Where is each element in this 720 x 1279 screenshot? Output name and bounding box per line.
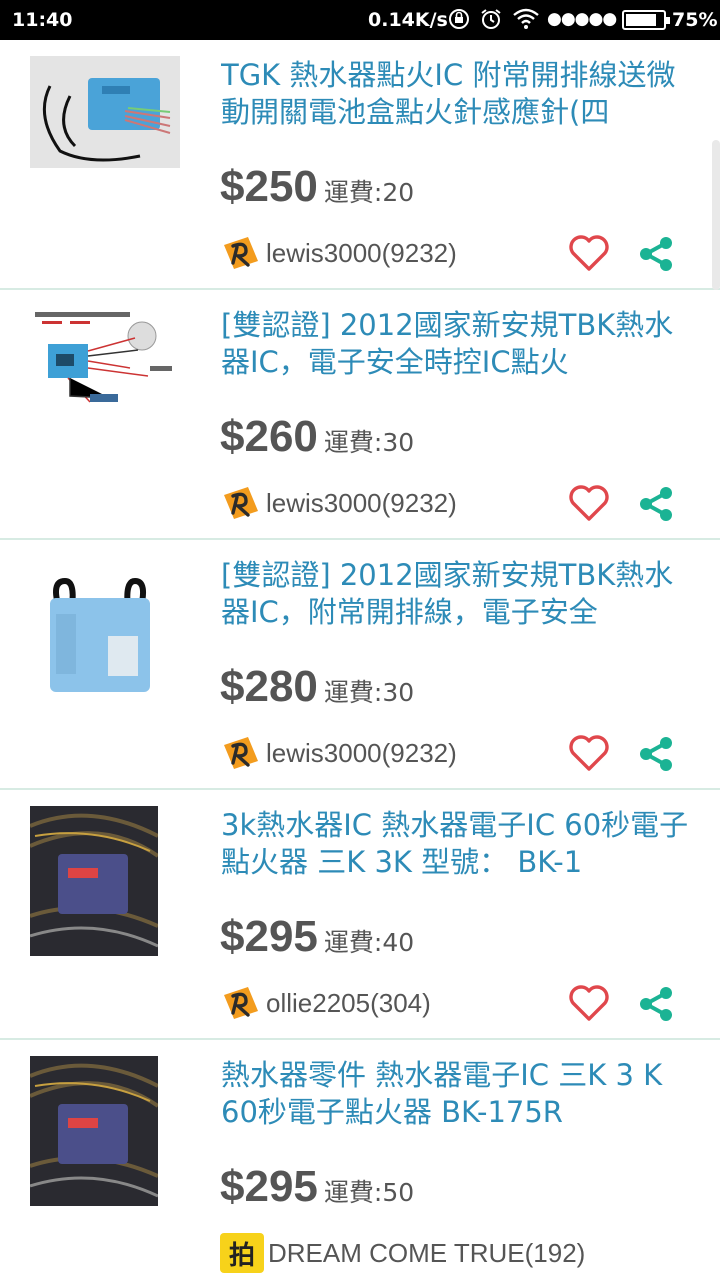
- product-thumbnail[interactable]: [30, 306, 180, 418]
- shipping-fee: 運費:50: [323, 1178, 415, 1207]
- favorite-heart-icon[interactable]: [567, 483, 611, 523]
- list-item[interactable]: 3k熱水器IC 熱水器電子IC 60秒電子點火器 三K 3K 型號： BK-1 …: [0, 790, 720, 1040]
- orange-seller-badge-icon: [224, 487, 258, 519]
- list-item[interactable]: TGK 熱水器點火IC 附常開排線送微動開關電池盒點火針感應針(四 $250 運費…: [0, 40, 720, 290]
- share-icon[interactable]: [636, 985, 676, 1023]
- seller-info[interactable]: lewis3000(9232): [220, 233, 457, 273]
- product-price: $295: [220, 1162, 318, 1211]
- share-icon[interactable]: [636, 735, 676, 773]
- price-row: $280 運費:30: [220, 662, 414, 716]
- price-row: $295 運費:50: [220, 1162, 414, 1216]
- product-thumbnail[interactable]: [30, 556, 180, 706]
- seller-name: ollie2205(304): [266, 987, 431, 1018]
- seller-info[interactable]: ollie2205(304): [220, 983, 431, 1023]
- wiring-diagram-photo: [30, 306, 180, 418]
- product-title[interactable]: TGK 熱水器點火IC 附常開排線送微動開關電池盒點火針感應針(四: [221, 57, 691, 133]
- product-price: $260: [220, 412, 318, 461]
- favorite-heart-icon[interactable]: [567, 733, 611, 773]
- share-icon[interactable]: [636, 235, 676, 273]
- list-item[interactable]: [雙認證] 2012國家新安規TBK熱水器IC，附常開排線，電子安全 $280 運…: [0, 540, 720, 790]
- product-title[interactable]: [雙認證] 2012國家新安規TBK熱水器IC，附常開排線，電子安全: [221, 557, 691, 633]
- wrapped-ic-module-photo: [30, 1056, 158, 1206]
- shipping-fee: 運費:30: [323, 428, 415, 457]
- shipping-fee: 運費:20: [323, 178, 415, 207]
- battery-percent: 75%: [672, 9, 718, 31]
- price-row: $250 運費:20: [220, 162, 414, 216]
- alarm-icon: [481, 9, 501, 29]
- cell-signal: ●●●●●: [547, 9, 617, 29]
- seller-name: lewis3000(9232): [266, 737, 457, 768]
- product-thumbnail[interactable]: [30, 1056, 158, 1206]
- seller-info[interactable]: lewis3000(9232): [220, 483, 457, 523]
- wrapped-ic-module-photo: [30, 806, 158, 956]
- seller-name: lewis3000(9232): [266, 237, 457, 268]
- light-blue-ic-module-photo: [30, 556, 180, 706]
- orange-seller-badge-icon: [224, 987, 258, 1019]
- shipping-fee: 運費:30: [323, 678, 415, 707]
- product-thumbnail[interactable]: [30, 56, 180, 168]
- price-row: $260 運費:30: [220, 412, 414, 466]
- seller-info[interactable]: lewis3000(9232): [220, 733, 457, 773]
- product-price: $280: [220, 662, 318, 711]
- shipping-fee: 運費:40: [323, 928, 415, 957]
- list-item[interactable]: [雙認證] 2012國家新安規TBK熱水器IC，電子安全時控IC點火 $260 運…: [0, 290, 720, 540]
- favorite-heart-icon[interactable]: [567, 983, 611, 1023]
- product-price: $295: [220, 912, 318, 961]
- price-row: $295 運費:40: [220, 912, 414, 966]
- battery-icon: [622, 10, 670, 30]
- seller-name: DREAM COME TRUE(192): [268, 1237, 586, 1268]
- status-time: 11:40: [12, 9, 73, 31]
- wifi-icon: [513, 8, 539, 29]
- share-icon[interactable]: [636, 485, 676, 523]
- orange-seller-badge-icon: [224, 237, 258, 269]
- seller-info[interactable]: 拍 DREAM COME TRUE(192): [220, 1233, 585, 1273]
- product-list[interactable]: TGK 熱水器點火IC 附常開排線送微動開關電池盒點火針感應針(四 $250 運費…: [0, 40, 720, 1279]
- status-bar: 11:40 0.14K/s ●●●●● 75%: [0, 0, 720, 40]
- favorite-heart-icon[interactable]: [567, 233, 611, 273]
- yellow-seller-badge-icon: 拍: [220, 1233, 264, 1273]
- scrollbar[interactable]: [712, 140, 720, 290]
- list-item[interactable]: 熱水器零件 熱水器電子IC 三K 3 K 60秒電子點火器 BK-175R $2…: [0, 1040, 720, 1279]
- orange-seller-badge-icon: [224, 737, 258, 769]
- blue-ignition-module-photo: [30, 56, 180, 168]
- product-title[interactable]: 熱水器零件 熱水器電子IC 三K 3 K 60秒電子點火器 BK-175R: [221, 1057, 691, 1133]
- rotation-lock-icon: [449, 9, 469, 29]
- product-title[interactable]: 3k熱水器IC 熱水器電子IC 60秒電子點火器 三K 3K 型號： BK-1: [221, 807, 691, 883]
- seller-name: lewis3000(9232): [266, 487, 457, 518]
- product-title[interactable]: [雙認證] 2012國家新安規TBK熱水器IC，電子安全時控IC點火: [221, 307, 691, 383]
- product-thumbnail[interactable]: [30, 806, 158, 956]
- network-speed: 0.14K/s: [368, 9, 448, 31]
- product-price: $250: [220, 162, 318, 211]
